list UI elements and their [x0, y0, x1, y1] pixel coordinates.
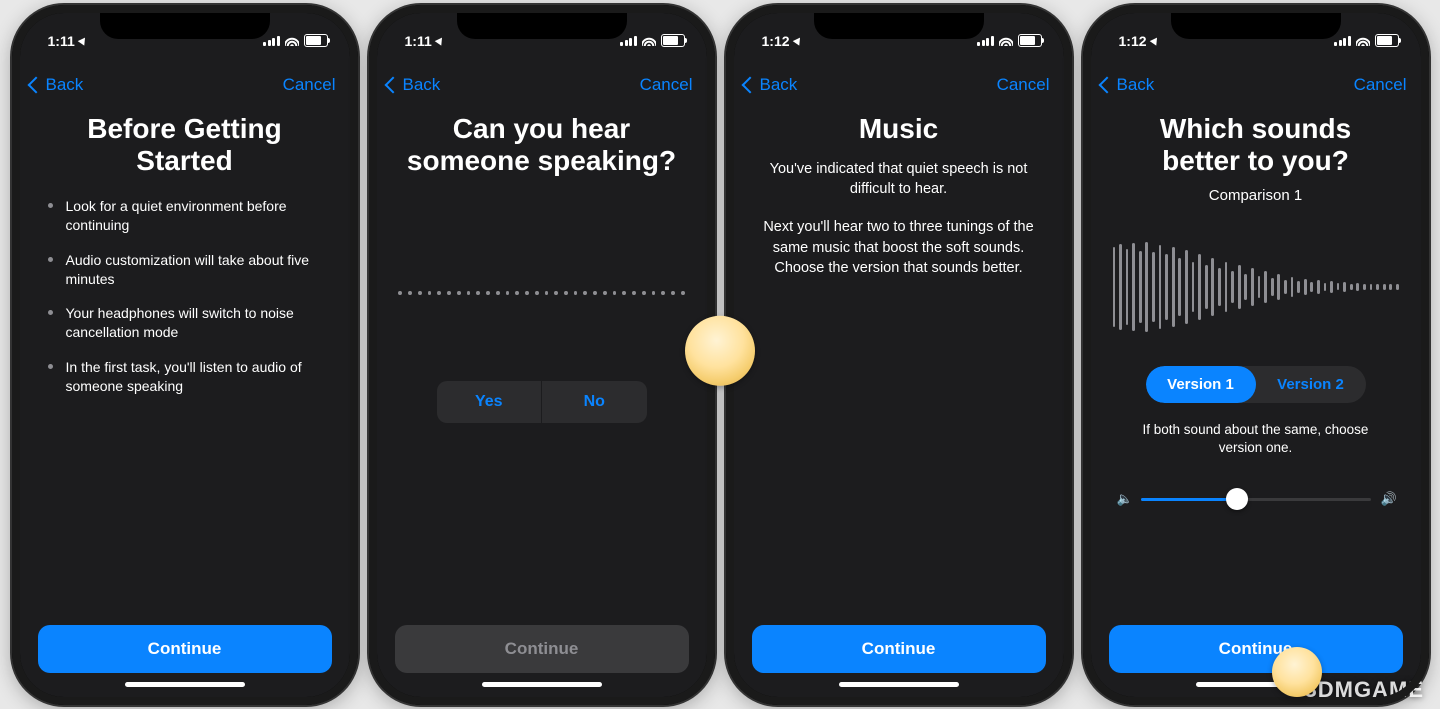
volume-slider[interactable] [1141, 498, 1371, 501]
continue-button: Continue [395, 625, 689, 673]
chevron-left-icon [741, 76, 758, 93]
page-title: Can you hear someone speaking? [405, 113, 679, 177]
location-icon [434, 35, 445, 45]
home-indicator[interactable] [839, 682, 959, 687]
bullet-item: Your headphones will switch to noise can… [48, 304, 328, 342]
back-label: Back [46, 75, 84, 95]
notch [1171, 13, 1341, 39]
sticker-overlay [685, 315, 755, 385]
continue-button[interactable]: Continue [38, 625, 332, 673]
comparison-label: Comparison 1 [1109, 187, 1403, 204]
phone-3: 1:12 Back Cancel Music You've indicated … [726, 5, 1072, 705]
status-time: 1:11 [48, 33, 75, 49]
location-icon [1149, 35, 1160, 45]
sticker-overlay-small [1272, 647, 1322, 697]
signal-icon [263, 36, 280, 46]
location-icon [77, 35, 88, 45]
location-icon [792, 35, 803, 45]
battery-icon [304, 34, 328, 47]
screen-2: 1:11 Back Cancel Can you hear someone sp… [377, 13, 707, 697]
bullet-item: Audio customization will take about five… [48, 251, 328, 289]
volume-low-icon: 🔈 [1117, 491, 1131, 507]
battery-icon [661, 34, 685, 47]
cancel-button[interactable]: Cancel [283, 75, 336, 95]
screen-1: 1:11 Back Cancel Before Getting Started … [20, 13, 350, 697]
chevron-left-icon [384, 76, 401, 93]
back-button[interactable]: Back [1101, 75, 1155, 95]
audio-progress-dots [399, 291, 685, 295]
back-button[interactable]: Back [387, 75, 441, 95]
chevron-left-icon [27, 76, 44, 93]
status-time: 1:11 [405, 33, 432, 49]
body-paragraph: You've indicated that quiet speech is no… [760, 159, 1038, 200]
home-indicator[interactable] [482, 682, 602, 687]
status-time: 1:12 [1119, 33, 1147, 49]
back-button[interactable]: Back [30, 75, 84, 95]
phone-4: 1:12 Back Cancel Which sounds better to … [1083, 5, 1429, 705]
volume-high-icon: 🔊 [1381, 491, 1395, 507]
notch [814, 13, 984, 39]
wifi-icon [999, 33, 1013, 49]
back-button[interactable]: Back [744, 75, 798, 95]
yes-button[interactable]: Yes [437, 381, 543, 423]
battery-icon [1018, 34, 1042, 47]
phone-2: 1:11 Back Cancel Can you hear someone sp… [369, 5, 715, 705]
page-title: Before Getting Started [48, 113, 322, 177]
nav-bar: Back Cancel [377, 67, 707, 99]
notch [457, 13, 627, 39]
cancel-button[interactable]: Cancel [1354, 75, 1407, 95]
notch [100, 13, 270, 39]
yes-no-segment: Yes No [437, 381, 647, 423]
hint-text: If both sound about the same, choose ver… [1133, 421, 1379, 457]
back-label: Back [760, 75, 798, 95]
continue-button[interactable]: Continue [1109, 625, 1403, 673]
version-2-button[interactable]: Version 2 [1256, 366, 1366, 403]
wifi-icon [285, 33, 299, 49]
screen-3: 1:12 Back Cancel Music You've indicated … [734, 13, 1064, 697]
signal-icon [620, 36, 637, 46]
back-label: Back [403, 75, 441, 95]
cancel-button[interactable]: Cancel [640, 75, 693, 95]
back-label: Back [1117, 75, 1155, 95]
home-indicator[interactable] [125, 682, 245, 687]
bullet-item: In the first task, you'll listen to audi… [48, 358, 328, 396]
version-segment: Version 1 Version 2 [1146, 366, 1366, 403]
bullet-list: Look for a quiet environment before cont… [38, 197, 332, 412]
signal-icon [1334, 36, 1351, 46]
bullet-item: Look for a quiet environment before cont… [48, 197, 328, 235]
nav-bar: Back Cancel [20, 67, 350, 99]
battery-icon [1375, 34, 1399, 47]
nav-bar: Back Cancel [734, 67, 1064, 99]
wifi-icon [1356, 33, 1370, 49]
body-paragraph: Next you'll hear two to three tunings of… [760, 217, 1038, 278]
continue-button[interactable]: Continue [752, 625, 1046, 673]
waveform-visual [1109, 232, 1403, 342]
version-1-button[interactable]: Version 1 [1146, 366, 1256, 403]
cancel-button[interactable]: Cancel [997, 75, 1050, 95]
chevron-left-icon [1098, 76, 1115, 93]
status-time: 1:12 [762, 33, 790, 49]
volume-slider-row: 🔈 🔊 [1117, 491, 1395, 507]
wifi-icon [642, 33, 656, 49]
page-title: Which sounds better to you? [1119, 113, 1393, 177]
screen-4: 1:12 Back Cancel Which sounds better to … [1091, 13, 1421, 697]
page-title: Music [762, 113, 1036, 145]
phone-1: 1:11 Back Cancel Before Getting Started … [12, 5, 358, 705]
no-button[interactable]: No [542, 381, 647, 423]
nav-bar: Back Cancel [1091, 67, 1421, 99]
signal-icon [977, 36, 994, 46]
